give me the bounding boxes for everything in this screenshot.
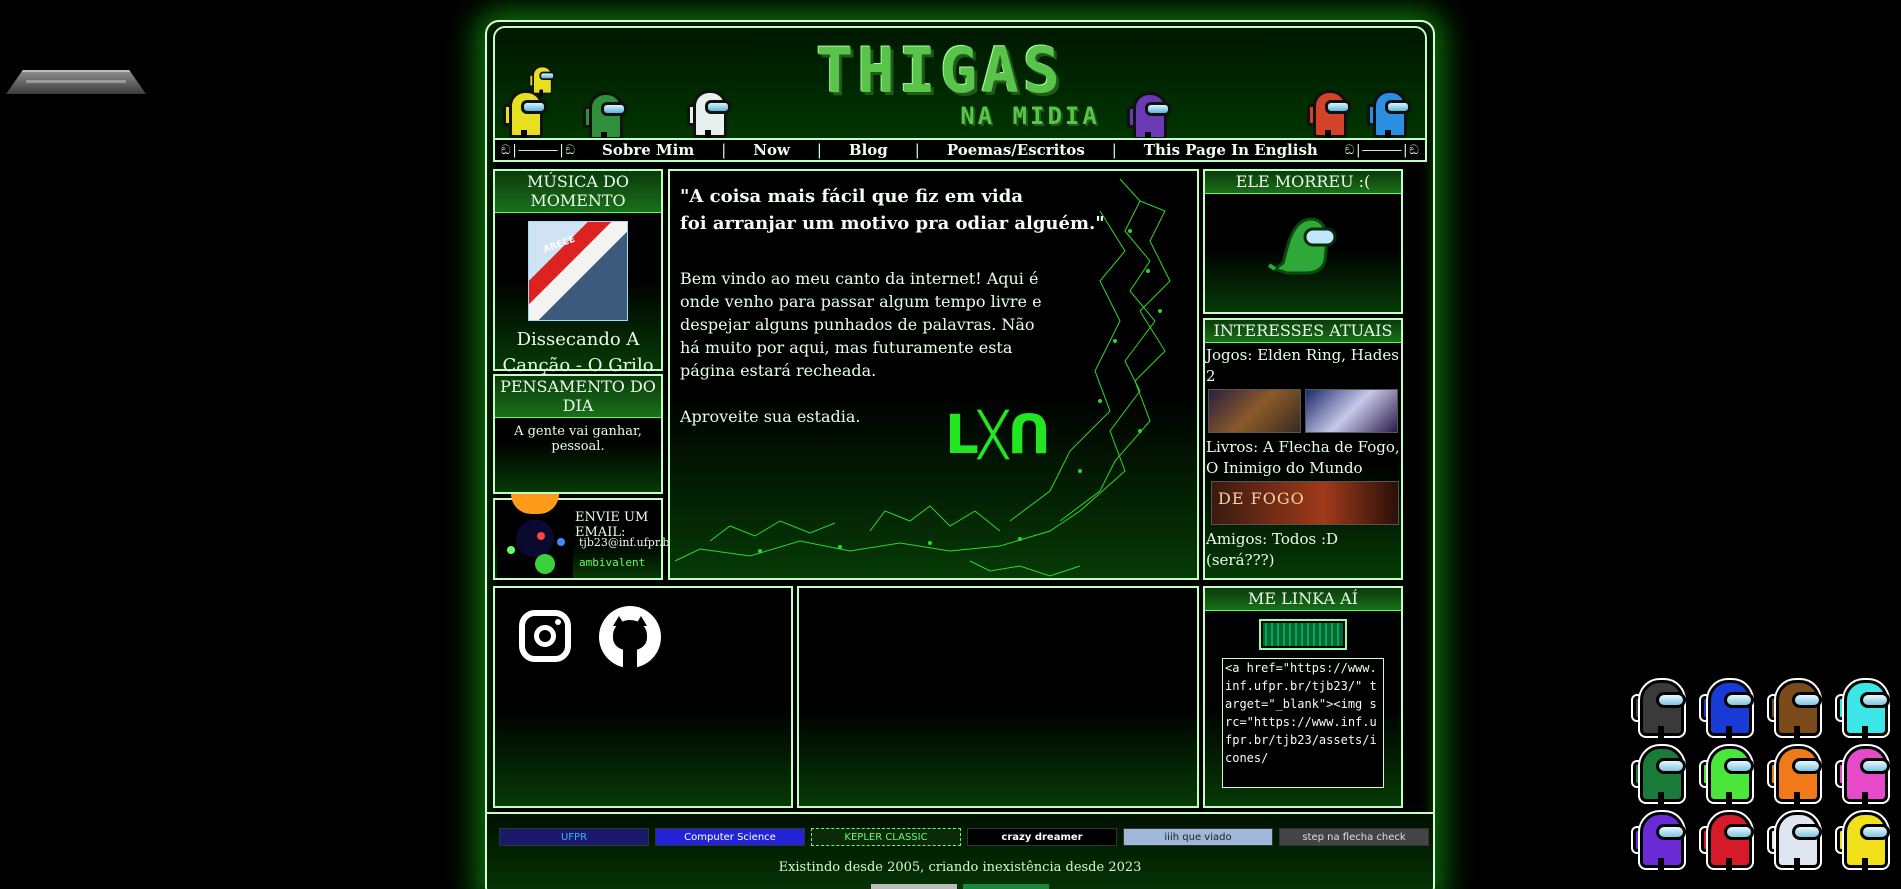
nav-deco-right: ඞ|―――――|ඞ [1344,142,1419,158]
footer: UFPR Computer Science KEPLER CLASSIC cra… [487,812,1433,889]
dead-panel: ELE MORREU :( [1203,169,1403,314]
nav-link-english[interactable]: This Page In English [1144,141,1318,159]
crewmate-yellow-icon[interactable] [1836,810,1892,872]
crewmate-pink-icon[interactable] [1836,744,1892,806]
drawer-handle[interactable] [6,70,146,94]
enjoy-text: Aproveite sua estadia. [680,407,861,426]
nav-link-poemas[interactable]: Poemas/Escritos [947,141,1085,159]
github-icon[interactable] [599,606,661,668]
embed-code-box[interactable]: <a href="https://www.inf.ufpr.br/tjb23/"… [1222,658,1384,788]
footer-button-kepler[interactable]: KEPLER CLASSIC [811,828,961,846]
friends-text: Amigos: Todos :D (será???) [1206,530,1339,569]
crewmate-lime-icon[interactable] [1700,744,1756,806]
crewmate-blue-icon [1367,86,1415,142]
books-text: Livros: A Flecha de Fogo, O Inimigo do M… [1206,438,1400,477]
crewmate-color-palette [1630,678,1900,878]
music-title: MÚSICA DO MOMENTO [495,171,661,213]
interests-title: INTERESSES ATUAIS [1205,320,1401,343]
nav-deco-left: ඞ|―――――|ඞ [501,142,576,158]
email-address[interactable]: tjb23@inf.ufpr.br [579,536,675,549]
rune-glyphs: ᒪᚷᑎ [945,403,1051,466]
album-cover-image[interactable]: ARECE [528,221,628,321]
games-text: Jogos: Elden Ring, Hades 2 [1206,346,1399,385]
linkme-title: ME LINKA AÍ [1205,588,1401,611]
nav-link-now[interactable]: Now [753,141,790,159]
footer-buttons: UFPR Computer Science KEPLER CLASSIC cra… [499,828,1429,846]
crewmate-purple-icon [1127,88,1175,144]
crewmate-darkblue-icon[interactable] [1700,678,1756,740]
quote-text: "A coisa mais fácil que fiz em vida foi … [680,186,1105,234]
nav-link-sobre-mim[interactable]: Sobre Mim [602,141,694,159]
footer-button-flecha[interactable]: step na flecha check [1279,828,1429,846]
crewmate-white-icon[interactable] [1768,810,1824,872]
dead-crewmate-icon [1267,217,1337,275]
intro-text: Bem vindo ao meu canto da internet! Aqui… [680,269,1042,380]
linkme-panel: ME LINKA AÍ <a href="https://www.inf.ufp… [1203,586,1403,808]
elden-ring-image [1208,389,1301,433]
thought-panel: PENSAMENTO DO DIA A gente vai ganhar, pe… [493,374,663,494]
instagram-icon[interactable] [519,610,571,662]
footer-tagline: Existindo desde 2005, criando inexistênc… [778,860,1142,875]
dead-title: ELE MORREU :( [1205,171,1401,194]
footer-mini-button-1[interactable] [871,884,957,889]
crewmate-black-icon[interactable] [1632,678,1688,740]
site-title: THIGAS [816,34,1064,107]
space-icons [497,494,573,578]
crewmate-orange-icon[interactable] [1768,744,1824,806]
footer-button-ufpr[interactable]: UFPR [499,828,649,846]
footer-mini-button-2[interactable] [963,884,1049,889]
social-panel [493,586,793,808]
site-container: THIGAS NA MIDIA ඞ|―――――|ඞ Sobre Mim | No… [485,20,1435,889]
site-subtitle: NA MIDIA [960,102,1100,130]
book-cover-image: DE FOGO [1211,481,1399,525]
music-panel: MÚSICA DO MOMENTO ARECE Dissecando A Can… [493,169,663,376]
thought-title: PENSAMENTO DO DIA [495,376,661,418]
crewmate-brown-icon[interactable] [1768,678,1824,740]
crewmate-white-icon [687,86,735,142]
site-badge-button[interactable] [1259,619,1347,650]
crewmate-yellow-small-icon [528,63,558,97]
email-panel: ENVIE UM EMAIL: tjb23@inf.ufpr.br ambiva… [493,494,675,580]
thought-text: A gente vai ganhar, pessoal. [514,424,642,454]
footer-button-viado[interactable]: iiih que viado [1123,828,1273,846]
crewmate-purple-icon[interactable] [1632,810,1688,872]
nav-link-blog[interactable]: Blog [849,141,888,159]
empty-panel [797,586,1199,808]
crewmate-cyan-icon[interactable] [1836,678,1892,740]
crewmate-darkgreen-icon[interactable] [1632,744,1688,806]
footer-button-cs[interactable]: Computer Science [655,828,805,846]
hades-image [1305,389,1398,433]
interests-panel: INTERESSES ATUAIS Jogos: Elden Ring, Had… [1203,318,1403,580]
crewmate-green-icon [583,88,631,144]
discord-handle[interactable]: ambivalent [579,556,645,569]
footer-button-crazy-dreamer[interactable]: crazy dreamer [967,828,1117,846]
crewmate-red-icon [1307,86,1355,142]
main-nav: ඞ|―――――|ඞ Sobre Mim | Now | Blog | Poema… [493,138,1427,162]
crewmate-red-icon[interactable] [1700,810,1756,872]
welcome-panel: "A coisa mais fácil que fiz em vida foi … [668,169,1199,580]
music-caption[interactable]: Dissecando A Canção - O Grilo [495,327,661,379]
